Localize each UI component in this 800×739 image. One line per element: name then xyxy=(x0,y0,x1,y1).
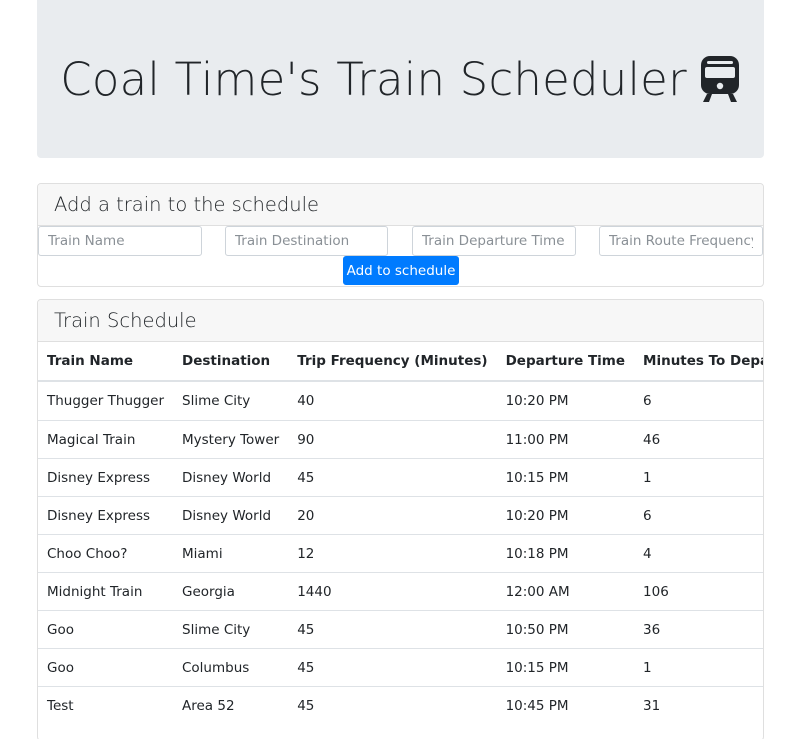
cell-trip-frequency: 45 xyxy=(288,458,497,497)
add-train-heading: Add a train to the schedule xyxy=(38,184,763,226)
cell-train-name: Disney Express xyxy=(38,496,173,535)
cell-trip-frequency: 40 xyxy=(297,393,315,409)
cell-departure-time: 10:45 PM xyxy=(496,686,635,724)
cell-train-name: Thugger Thugger xyxy=(47,393,164,409)
cell-departure-time: 10:15 PM xyxy=(496,458,635,497)
cell-train-name: Midnight Train xyxy=(38,572,173,611)
train-frequency-input[interactable] xyxy=(599,226,763,256)
cell-minutes-to-departure: 4 xyxy=(634,534,763,573)
cell-destination: Miami xyxy=(173,534,289,573)
cell-trip-frequency: 90 xyxy=(288,420,497,459)
cell-train-name: Disney Express xyxy=(38,458,173,497)
cell-departure-time: 10:20 PM xyxy=(505,393,569,409)
table-header-row: Train Name Destination Trip Frequency (M… xyxy=(38,342,763,382)
train-name-input[interactable] xyxy=(38,226,202,256)
cell-departure-time: 10:18 PM xyxy=(496,534,635,573)
cell-train-name: Magical Train xyxy=(38,420,173,459)
cell-minutes-to-departure: 36 xyxy=(634,610,763,649)
page-title-text: Coal Time's Train Scheduler xyxy=(60,52,687,106)
table-row: Goo Slime City 45 10:50 PM 36 xyxy=(38,610,763,649)
cell-destination: Area 52 xyxy=(173,686,289,724)
train-destination-input[interactable] xyxy=(225,226,388,256)
cell-minutes-to-departure: 106 xyxy=(634,572,763,611)
cell-departure-time: 10:20 PM xyxy=(496,496,635,535)
cell-trip-frequency: 45 xyxy=(288,686,497,724)
table-row: Disney Express Disney World 20 10:20 PM … xyxy=(38,496,763,535)
header-banner: Coal Time's Train Scheduler xyxy=(37,0,764,158)
page-title: Coal Time's Train Scheduler xyxy=(60,53,741,106)
table-row: Magical Train Mystery Tower 90 11:00 PM … xyxy=(38,420,763,459)
table-row: Test Area 52 45 10:45 PM 31 xyxy=(38,686,763,724)
table-row: Disney Express Disney World 45 10:15 PM … xyxy=(38,458,763,497)
cell-minutes-to-departure: 31 xyxy=(634,686,763,724)
train-schedule-card: Train Schedule Train Name Destination Tr… xyxy=(37,299,764,739)
table-row: Thugger Thugger Slime City 40 10:20 PM 6 xyxy=(38,381,763,421)
cell-trip-frequency: 12 xyxy=(288,534,497,573)
cell-minutes-to-departure: 1 xyxy=(634,648,763,687)
cell-minutes-to-departure: 1 xyxy=(634,458,763,497)
cell-destination: Columbus xyxy=(173,648,289,687)
column-header-destination: Destination xyxy=(173,342,289,382)
page-container: Coal Time's Train Scheduler Add a train … xyxy=(37,0,764,739)
add-train-form xyxy=(38,226,763,256)
add-to-schedule-button[interactable]: Add to schedule xyxy=(343,256,459,285)
cell-departure-time: 11:00 PM xyxy=(496,420,635,459)
cell-minutes-to-departure: 46 xyxy=(634,420,763,459)
column-header-minutes-to-departure: Minutes To Departure xyxy=(634,342,763,382)
add-train-card: Add a train to the schedule Add to sched… xyxy=(37,183,764,287)
cell-destination: Slime City xyxy=(173,610,289,649)
train-schedule-heading: Train Schedule xyxy=(38,300,763,342)
train-icon xyxy=(700,56,739,102)
cell-departure-time: 10:50 PM xyxy=(496,610,635,649)
cell-destination: Slime City xyxy=(182,393,251,409)
cell-destination: Disney World xyxy=(173,496,289,535)
cell-departure-time: 12:00 AM xyxy=(496,572,635,611)
cell-trip-frequency: 20 xyxy=(288,496,497,535)
column-header-trip-frequency: Trip Frequency (Minutes) xyxy=(288,342,497,382)
train-departure-input[interactable] xyxy=(412,226,576,256)
table-row: Midnight Train Georgia 1440 12:00 AM 106 xyxy=(38,572,763,611)
cell-destination: Disney World xyxy=(173,458,289,497)
cell-destination: Georgia xyxy=(173,572,289,611)
cell-train-name: Choo Choo? xyxy=(38,534,173,573)
cell-departure-time: 10:15 PM xyxy=(496,648,635,687)
train-schedule-table: Train Name Destination Trip Frequency (M… xyxy=(38,342,763,724)
cell-train-name: Goo xyxy=(38,610,173,649)
column-header-departure-time: Departure Time xyxy=(496,342,635,382)
cell-train-name: Goo xyxy=(38,648,173,687)
cell-trip-frequency: 45 xyxy=(288,648,497,687)
cell-destination: Mystery Tower xyxy=(173,420,289,459)
table-row: Choo Choo? Miami 12 10:18 PM 4 xyxy=(38,534,763,573)
table-row: Goo Columbus 45 10:15 PM 1 xyxy=(38,648,763,687)
cell-train-name: Test xyxy=(38,686,173,724)
cell-trip-frequency: 45 xyxy=(288,610,497,649)
cell-minutes-to-departure: 6 xyxy=(634,496,763,535)
cell-minutes-to-departure: 6 xyxy=(643,393,652,409)
column-header-train-name: Train Name xyxy=(38,342,173,382)
cell-trip-frequency: 1440 xyxy=(288,572,497,611)
